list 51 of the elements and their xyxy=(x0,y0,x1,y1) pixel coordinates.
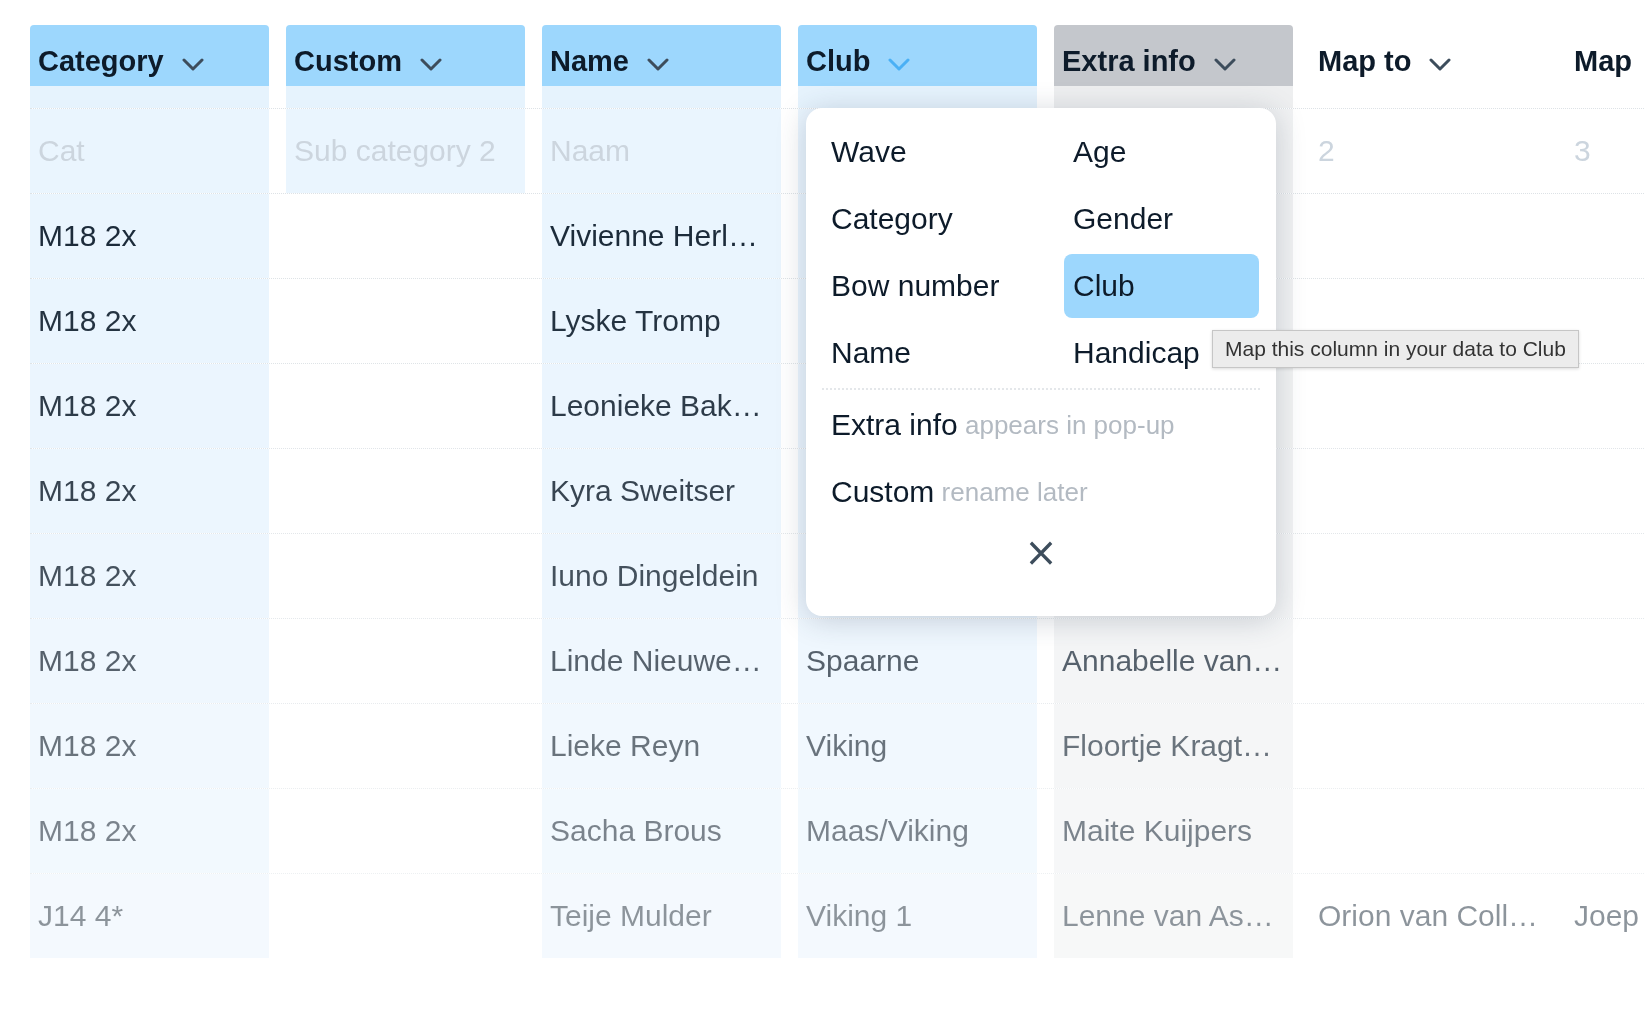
chevron-down-icon[interactable] xyxy=(181,58,204,72)
tooltip: Map this column in your data to Club xyxy=(1212,330,1579,368)
table-cell: M18 2x xyxy=(30,534,269,618)
column-title[interactable]: Custom xyxy=(294,46,402,78)
table-cell: Maas/Viking xyxy=(798,789,1037,873)
table-cell: J14 4* xyxy=(30,874,269,958)
menu-option[interactable]: Name xyxy=(822,321,1064,385)
table-cell: Floortje Kragt… xyxy=(1054,704,1293,788)
column-title[interactable]: Extra info xyxy=(1062,46,1196,78)
menu-option[interactable]: Wave xyxy=(822,120,1064,184)
table-cell: Leonieke Bak… xyxy=(542,364,781,448)
table-cell: Iuno Dingeldein xyxy=(542,534,781,618)
table-cell: M18 2x xyxy=(30,364,269,448)
menu-option[interactable]: Category xyxy=(822,187,1064,251)
table-cell-text: Orion van Coll… xyxy=(1317,898,1540,934)
table-cell: Annabelle van… xyxy=(1054,619,1293,703)
menu-option[interactable]: Club xyxy=(1064,254,1259,318)
table-cell: Lieke Reyn xyxy=(542,704,781,788)
table-cell: Linde Nieuwe… xyxy=(542,619,781,703)
table-cell: Viking xyxy=(798,704,1037,788)
table-cell: Spaarne xyxy=(798,619,1037,703)
column-title[interactable]: Club xyxy=(806,46,871,78)
table-cell: M18 2x xyxy=(30,789,269,873)
table-cell: Teije Mulder xyxy=(542,874,781,958)
table-cell: M18 2x xyxy=(30,704,269,788)
table-cell: Vivienne Herl… xyxy=(542,194,781,278)
menu-option[interactable]: Age xyxy=(1064,120,1259,184)
chevron-down-icon[interactable] xyxy=(1429,58,1452,72)
table-cell: M18 2x xyxy=(30,449,269,533)
menu-option[interactable]: Gender xyxy=(1064,187,1259,251)
column-title[interactable]: Category xyxy=(38,46,164,78)
chevron-down-icon[interactable] xyxy=(1213,58,1236,72)
menu-option[interactable]: Extra info appears in pop-up xyxy=(822,393,1260,457)
table-cell: Kyra Sweitser xyxy=(542,449,781,533)
menu-option[interactable]: Bow number xyxy=(822,254,1064,318)
column-title[interactable]: Name xyxy=(550,46,629,78)
table-cell: Viking 1 xyxy=(798,874,1037,958)
menu-option[interactable]: Custom rename later xyxy=(822,460,1260,524)
chevron-down-icon[interactable] xyxy=(419,58,442,72)
chevron-down-icon[interactable] xyxy=(647,58,669,72)
column-title[interactable]: Map xyxy=(1574,46,1632,78)
table-cell-text: Joep xyxy=(1573,898,1641,934)
table-cell: M18 2x xyxy=(30,194,269,278)
column-title[interactable]: Map to xyxy=(1318,46,1412,78)
table-cell: M18 2x xyxy=(30,279,269,363)
close-button[interactable]: × xyxy=(1014,532,1068,572)
table-cell: Lyske Tromp xyxy=(542,279,781,363)
table-cell: Maite Kuijpers xyxy=(1054,789,1293,873)
table-cell: Lenne van As… xyxy=(1054,874,1293,958)
table-cell: M18 2x xyxy=(30,619,269,703)
table-cell: Sacha Brous xyxy=(542,789,781,873)
